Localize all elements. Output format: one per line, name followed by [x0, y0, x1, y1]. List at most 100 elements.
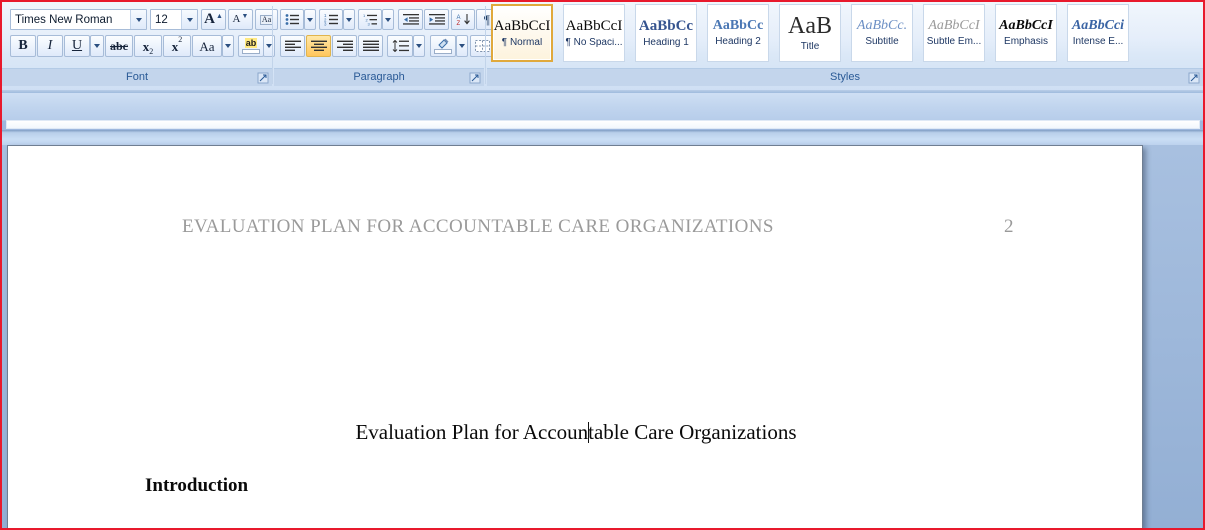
style-tile-heading-1[interactable]: AaBbCс Heading 1 [635, 4, 697, 62]
style-name: Intense E... [1072, 37, 1124, 47]
strikethrough-icon: abc [110, 39, 128, 53]
align-right-button[interactable] [332, 35, 357, 57]
document-heading-introduction[interactable]: Introduction [145, 475, 248, 497]
numbering-button[interactable]: 123 [319, 9, 343, 30]
text-highlight-color-swatch [242, 49, 260, 54]
align-left-button[interactable] [280, 35, 305, 57]
numbering-dropdown[interactable] [343, 9, 355, 30]
strikethrough-button[interactable]: abc [105, 35, 133, 57]
multilevel-list-dropdown[interactable] [382, 9, 394, 30]
ruler-shadow-band [2, 130, 1203, 145]
font-size-value: 12 [155, 13, 168, 26]
italic-icon: I [47, 38, 53, 53]
svg-text:Z: Z [456, 21, 460, 26]
group-separator-2 [485, 6, 486, 84]
change-case-button[interactable]: Aa [192, 35, 222, 57]
sort-button[interactable]: AZ [451, 9, 475, 30]
style-preview: AaBbCс [638, 17, 694, 34]
superscript-sup-icon: 2 [178, 35, 183, 44]
shrink-font-button[interactable]: A ▼ [228, 9, 253, 30]
font-group-body: Times New Roman 12 A ▲ A ▼ Aa B I U abc … [2, 4, 278, 66]
style-tile-subtitle[interactable]: AaBbCc. Subtitle [851, 4, 913, 62]
underline-dropdown[interactable] [90, 35, 104, 57]
shrink-font-arrow-icon: ▼ [241, 13, 249, 20]
font-group-label: Font [2, 68, 272, 86]
line-spacing-button[interactable] [387, 35, 413, 57]
style-preview: AaB [788, 13, 832, 39]
paragraph-dialog-launcher[interactable] [469, 72, 481, 84]
title-text-after-caret: table Care Organizations [588, 420, 797, 444]
title-text-before-caret: Evaluation Plan for Accoun [355, 420, 589, 444]
style-name: ¶ Normal [501, 37, 543, 48]
font-dialog-launcher[interactable] [257, 72, 269, 84]
styles-gallery[interactable]: AaBbCcI ¶ Normal AaBbCcI ¶ No Spaci... AaBbC… [491, 4, 1151, 64]
font-family-dropdown-icon[interactable] [130, 10, 146, 29]
document-title[interactable]: Evaluation Plan for Accountable Care Org… [8, 420, 1142, 445]
shading-dropdown[interactable] [456, 35, 468, 57]
bullets-dropdown[interactable] [304, 9, 316, 30]
style-preview: AaBbCc [712, 18, 764, 33]
decrease-indent-button[interactable] [398, 9, 423, 30]
document-page[interactable]: EVALUATION PLAN FOR ACCOUNTABLE CARE ORG… [7, 145, 1143, 528]
document-running-header[interactable]: EVALUATION PLAN FOR ACCOUNTABLE CARE ORG… [8, 212, 1142, 242]
ribbon-group-font: Times New Roman 12 A ▲ A ▼ Aa B I U abc … [2, 2, 278, 90]
shrink-font-icon: A [232, 13, 241, 25]
style-tile-normal[interactable]: AaBbCcI ¶ Normal [491, 4, 553, 62]
change-case-dropdown[interactable] [222, 35, 234, 57]
italic-button[interactable]: I [37, 35, 63, 57]
body-line: The healthcare system has assessed the e… [145, 524, 1001, 528]
horizontal-ruler[interactable] [6, 120, 1200, 129]
style-tile-intense-e[interactable]: AaBbCcі Intense E... [1067, 4, 1129, 62]
style-preview: AaBbCcі [1071, 18, 1125, 33]
style-tile-emphasis[interactable]: AaBbCcI Emphasis [995, 4, 1057, 62]
style-name: Heading 2 [715, 37, 761, 47]
style-preview: AaBbCc. [856, 18, 908, 33]
multilevel-list-button[interactable]: 123 [358, 9, 382, 30]
bullets-button[interactable] [280, 9, 304, 30]
superscript-button[interactable]: x 2 [163, 35, 191, 57]
justify-button[interactable] [358, 35, 383, 57]
running-header-text: EVALUATION PLAN FOR ACCOUNTABLE CARE ORG… [182, 216, 774, 237]
increase-indent-button[interactable] [424, 9, 449, 30]
font-family-combo[interactable]: Times New Roman [10, 9, 147, 30]
svg-text:3: 3 [324, 22, 327, 26]
change-case-icon: Aa [199, 38, 215, 54]
style-tile-title[interactable]: AaB Title [779, 4, 841, 62]
styles-dialog-launcher[interactable] [1188, 72, 1200, 84]
shading-button[interactable] [430, 35, 456, 57]
style-preview: AaBbCcI [928, 18, 980, 33]
text-highlight-button[interactable]: ab [238, 35, 264, 57]
group-separator-1 [272, 6, 273, 84]
paragraph-group-body: 123 123 AZ ¶ [274, 4, 506, 66]
style-name: ¶ No Spaci... [565, 37, 623, 48]
style-name: Subtle Em... [926, 37, 982, 47]
style-tile-heading-2[interactable]: AaBbCc Heading 2 [707, 4, 769, 62]
grow-font-icon: A [204, 11, 215, 27]
style-name: Subtitle [865, 37, 899, 47]
page-number: 2 [1004, 216, 1014, 237]
style-preview: AaBbCcI [565, 17, 623, 34]
style-tile-subtle-em[interactable]: AaBbCcI Subtle Em... [923, 4, 985, 62]
bold-icon: B [18, 38, 28, 53]
grow-font-button[interactable]: A ▲ [201, 9, 226, 30]
font-size-dropdown-icon[interactable] [181, 10, 197, 29]
underline-button[interactable]: U [64, 35, 90, 57]
grow-font-arrow-icon: ▲ [215, 13, 223, 20]
shading-color-swatch [434, 49, 452, 54]
bold-button[interactable]: B [10, 35, 36, 57]
subscript-sub-icon: 2 [149, 47, 154, 56]
style-name: Heading 1 [643, 37, 689, 48]
align-center-button[interactable] [306, 35, 331, 57]
underline-icon: U [71, 38, 83, 53]
svg-text:3: 3 [367, 22, 370, 26]
style-name: Emphasis [1004, 37, 1048, 47]
paragraph-group-label: Paragraph [274, 68, 484, 86]
subscript-button[interactable]: x 2 [134, 35, 162, 57]
line-spacing-dropdown[interactable] [413, 35, 425, 57]
font-family-value: Times New Roman [15, 13, 113, 26]
style-tile-no-spaci[interactable]: AaBbCcI ¶ No Spaci... [563, 4, 625, 62]
style-preview: AaBbCcI [493, 17, 551, 34]
style-preview: AaBbCcI [999, 18, 1053, 33]
document-body-paragraph[interactable]: The healthcare system has assessed the e… [145, 524, 1001, 528]
font-size-combo[interactable]: 12 [150, 9, 198, 30]
